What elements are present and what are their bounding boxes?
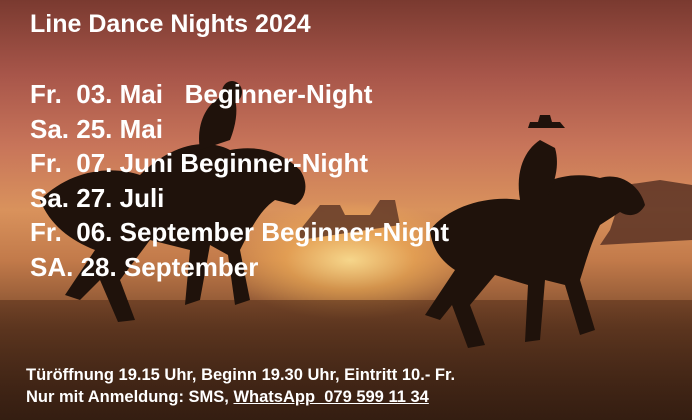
registration-line: Nur mit Anmeldung: SMS, WhatsApp 079 599…	[26, 386, 455, 408]
event-date-item: Fr. 07. Juni Beginner-Night	[30, 148, 369, 179]
event-date-item: SA. 28. September	[30, 251, 259, 282]
flyer: Line Dance Nights 2024 Fr. 03. Mai Begin…	[0, 0, 692, 420]
event-title: Line Dance Nights 2024	[30, 10, 311, 38]
event-date-item: Fr. 06. September Beginner-Night	[30, 217, 449, 248]
registration-text: Nur mit Anmeldung: SMS,	[26, 388, 234, 406]
whatsapp-contact-link[interactable]: WhatsApp 079 599 11 34	[233, 388, 428, 406]
event-date-item: Sa. 25. Mai	[30, 113, 163, 144]
door-time-and-entry: Türöffnung 19.15 Uhr, Beginn 19.30 Uhr, …	[26, 366, 456, 384]
event-date-item: Sa. 27. Juli	[30, 182, 165, 213]
event-info: Türöffnung 19.15 Uhr, Beginn 19.30 Uhr, …	[26, 364, 455, 408]
event-date-item: Fr. 03. Mai Beginner-Night	[30, 79, 373, 109]
event-date-list: Fr. 03. Mai Beginner-Night Sa. 25. Mai F…	[30, 77, 449, 285]
